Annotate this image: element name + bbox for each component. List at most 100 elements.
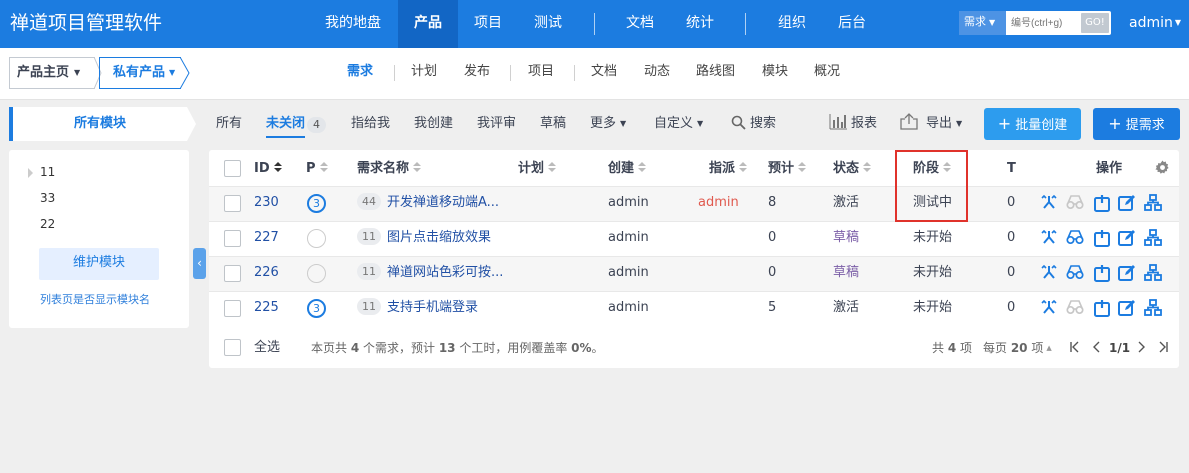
row-checkbox[interactable] xyxy=(224,195,241,212)
filter-reviewed-by-me[interactable]: 我评审 xyxy=(477,108,516,140)
column-header-plan[interactable]: 计划 xyxy=(518,152,557,186)
nav-project[interactable]: 项目 xyxy=(458,0,518,48)
nav-product[interactable]: 产品 xyxy=(398,0,458,48)
column-header-title[interactable]: 需求名称 xyxy=(357,152,422,186)
manage-module-button[interactable]: 维护模块 xyxy=(39,248,159,280)
subnav-doc[interactable]: 文档 xyxy=(591,48,617,98)
edit-story-icon[interactable] xyxy=(1118,194,1136,212)
review-story-icon[interactable] xyxy=(1066,264,1084,282)
last-page-icon[interactable] xyxy=(1157,341,1169,353)
subnav-story[interactable]: 需求 xyxy=(347,48,373,98)
search-go-button[interactable]: GO! xyxy=(1081,13,1109,33)
select-all-label[interactable]: 全选 xyxy=(254,333,280,363)
nav-my[interactable]: 我的地盘 xyxy=(311,0,395,48)
batch-create-button[interactable]: + 批量创建 xyxy=(984,108,1081,140)
row-checkbox[interactable] xyxy=(224,300,241,317)
breadcrumb-product-home[interactable]: 产品主页 ▼ xyxy=(9,57,95,89)
module-tree-title[interactable]: 所有模块 xyxy=(9,107,187,141)
filter-opened-by-me[interactable]: 我创建 xyxy=(414,108,453,140)
subnav-dynamic[interactable]: 动态 xyxy=(644,48,670,98)
column-header-status[interactable]: 状态 xyxy=(833,152,872,186)
change-story-icon[interactable] xyxy=(1041,194,1059,212)
first-page-icon[interactable] xyxy=(1069,341,1081,353)
close-story-icon[interactable] xyxy=(1093,264,1111,282)
report-button[interactable]: 报表 xyxy=(829,108,877,140)
change-story-icon[interactable] xyxy=(1041,229,1059,247)
story-title-link[interactable]: 支持手机端登录 xyxy=(387,300,478,315)
column-header-assigned-to[interactable]: 指派 xyxy=(709,152,748,186)
row-checkbox[interactable] xyxy=(224,230,241,247)
column-header-id-label: ID xyxy=(254,161,270,176)
nav-doc[interactable]: 文档 xyxy=(610,0,670,48)
module-item[interactable]: 33 xyxy=(40,191,55,205)
per-page-select[interactable]: 每页 20 项 ▲ xyxy=(983,333,1052,363)
review-story-icon[interactable] xyxy=(1066,299,1084,317)
change-story-icon[interactable] xyxy=(1041,264,1059,282)
create-case-icon[interactable] xyxy=(1144,264,1162,282)
search-type-select[interactable]: 需求 ▼ xyxy=(959,11,1006,35)
filter-assigned-to-me[interactable]: 指给我 xyxy=(351,108,390,140)
filter-draft[interactable]: 草稿 xyxy=(540,108,566,140)
create-case-icon[interactable] xyxy=(1144,229,1162,247)
filter-custom-dropdown[interactable]: 自定义 ▼ xyxy=(654,108,703,140)
story-estimate: 5 xyxy=(768,300,777,315)
story-title-link[interactable]: 开发禅道移动端A... xyxy=(387,195,499,210)
story-id[interactable]: 227 xyxy=(254,221,279,255)
nav-company[interactable]: 组织 xyxy=(762,0,822,48)
column-header-id[interactable]: ID xyxy=(254,152,282,186)
active-filter-underline xyxy=(266,136,305,138)
story-assigned-to[interactable]: admin xyxy=(698,186,739,220)
subnav-project[interactable]: 项目 xyxy=(528,48,554,98)
story-task-count: 0 xyxy=(1007,265,1016,280)
subnav-roadmap[interactable]: 路线图 xyxy=(696,48,735,98)
nav-test[interactable]: 测试 xyxy=(518,0,578,48)
subnav-module[interactable]: 模块 xyxy=(762,48,788,98)
story-title-link[interactable]: 禅道网站色彩可按... xyxy=(387,265,503,280)
search-toggle[interactable]: 搜索 xyxy=(731,108,776,140)
prev-page-icon[interactable] xyxy=(1092,341,1102,353)
create-story-button[interactable]: + 提需求 xyxy=(1093,108,1180,140)
story-status: 草稿 xyxy=(833,230,860,245)
edit-story-icon[interactable] xyxy=(1118,229,1136,247)
create-case-icon[interactable] xyxy=(1144,194,1162,212)
edit-story-icon[interactable] xyxy=(1118,264,1136,282)
change-story-icon[interactable] xyxy=(1041,299,1059,317)
story-id[interactable]: 230 xyxy=(254,186,279,220)
subnav-release[interactable]: 发布 xyxy=(464,48,490,98)
collapse-sidebar-icon[interactable]: ‹ xyxy=(193,248,206,279)
column-header-estimate[interactable]: 预计 xyxy=(768,152,807,186)
module-item[interactable]: 22 xyxy=(40,217,55,231)
caret-right-icon[interactable] xyxy=(28,168,33,178)
create-case-icon[interactable] xyxy=(1144,299,1162,317)
show-module-name-link[interactable]: 列表页是否显示模块名 xyxy=(40,291,150,307)
filter-more-dropdown[interactable]: 更多 ▼ xyxy=(590,108,626,140)
gear-icon[interactable] xyxy=(1155,160,1170,175)
subnav-plan[interactable]: 计划 xyxy=(411,48,437,98)
close-story-icon[interactable] xyxy=(1093,299,1111,317)
filter-all[interactable]: 所有 xyxy=(216,108,242,140)
nav-admin[interactable]: 后台 xyxy=(822,0,882,48)
user-menu[interactable]: admin ▼ xyxy=(1129,0,1181,46)
sort-icon xyxy=(319,162,328,173)
story-id[interactable]: 226 xyxy=(254,256,279,290)
review-story-icon[interactable] xyxy=(1066,229,1084,247)
select-all-checkbox-header[interactable] xyxy=(224,160,241,177)
module-item[interactable]: 11 xyxy=(40,165,55,179)
story-title-link[interactable]: 图片点击缩放效果 xyxy=(387,230,491,245)
column-header-opened-by[interactable]: 创建 xyxy=(608,152,647,186)
close-story-icon[interactable] xyxy=(1093,194,1111,212)
close-story-icon[interactable] xyxy=(1093,229,1111,247)
edit-story-icon[interactable] xyxy=(1118,299,1136,317)
breadcrumb-product-select[interactable]: 私有产品 ▼ xyxy=(99,57,181,89)
nav-report[interactable]: 统计 xyxy=(670,0,730,48)
subnav-view[interactable]: 概况 xyxy=(814,48,840,98)
story-id[interactable]: 225 xyxy=(254,291,279,325)
app-brand[interactable]: 禅道项目管理软件 xyxy=(10,11,162,35)
search-input[interactable] xyxy=(1007,11,1081,35)
select-all-checkbox[interactable] xyxy=(224,339,241,356)
column-header-pri[interactable]: P xyxy=(306,152,328,186)
next-page-icon[interactable] xyxy=(1136,341,1146,353)
review-story-icon[interactable] xyxy=(1066,194,1084,212)
row-checkbox[interactable] xyxy=(224,265,241,282)
export-dropdown[interactable]: 导出 ▼ xyxy=(900,108,962,140)
